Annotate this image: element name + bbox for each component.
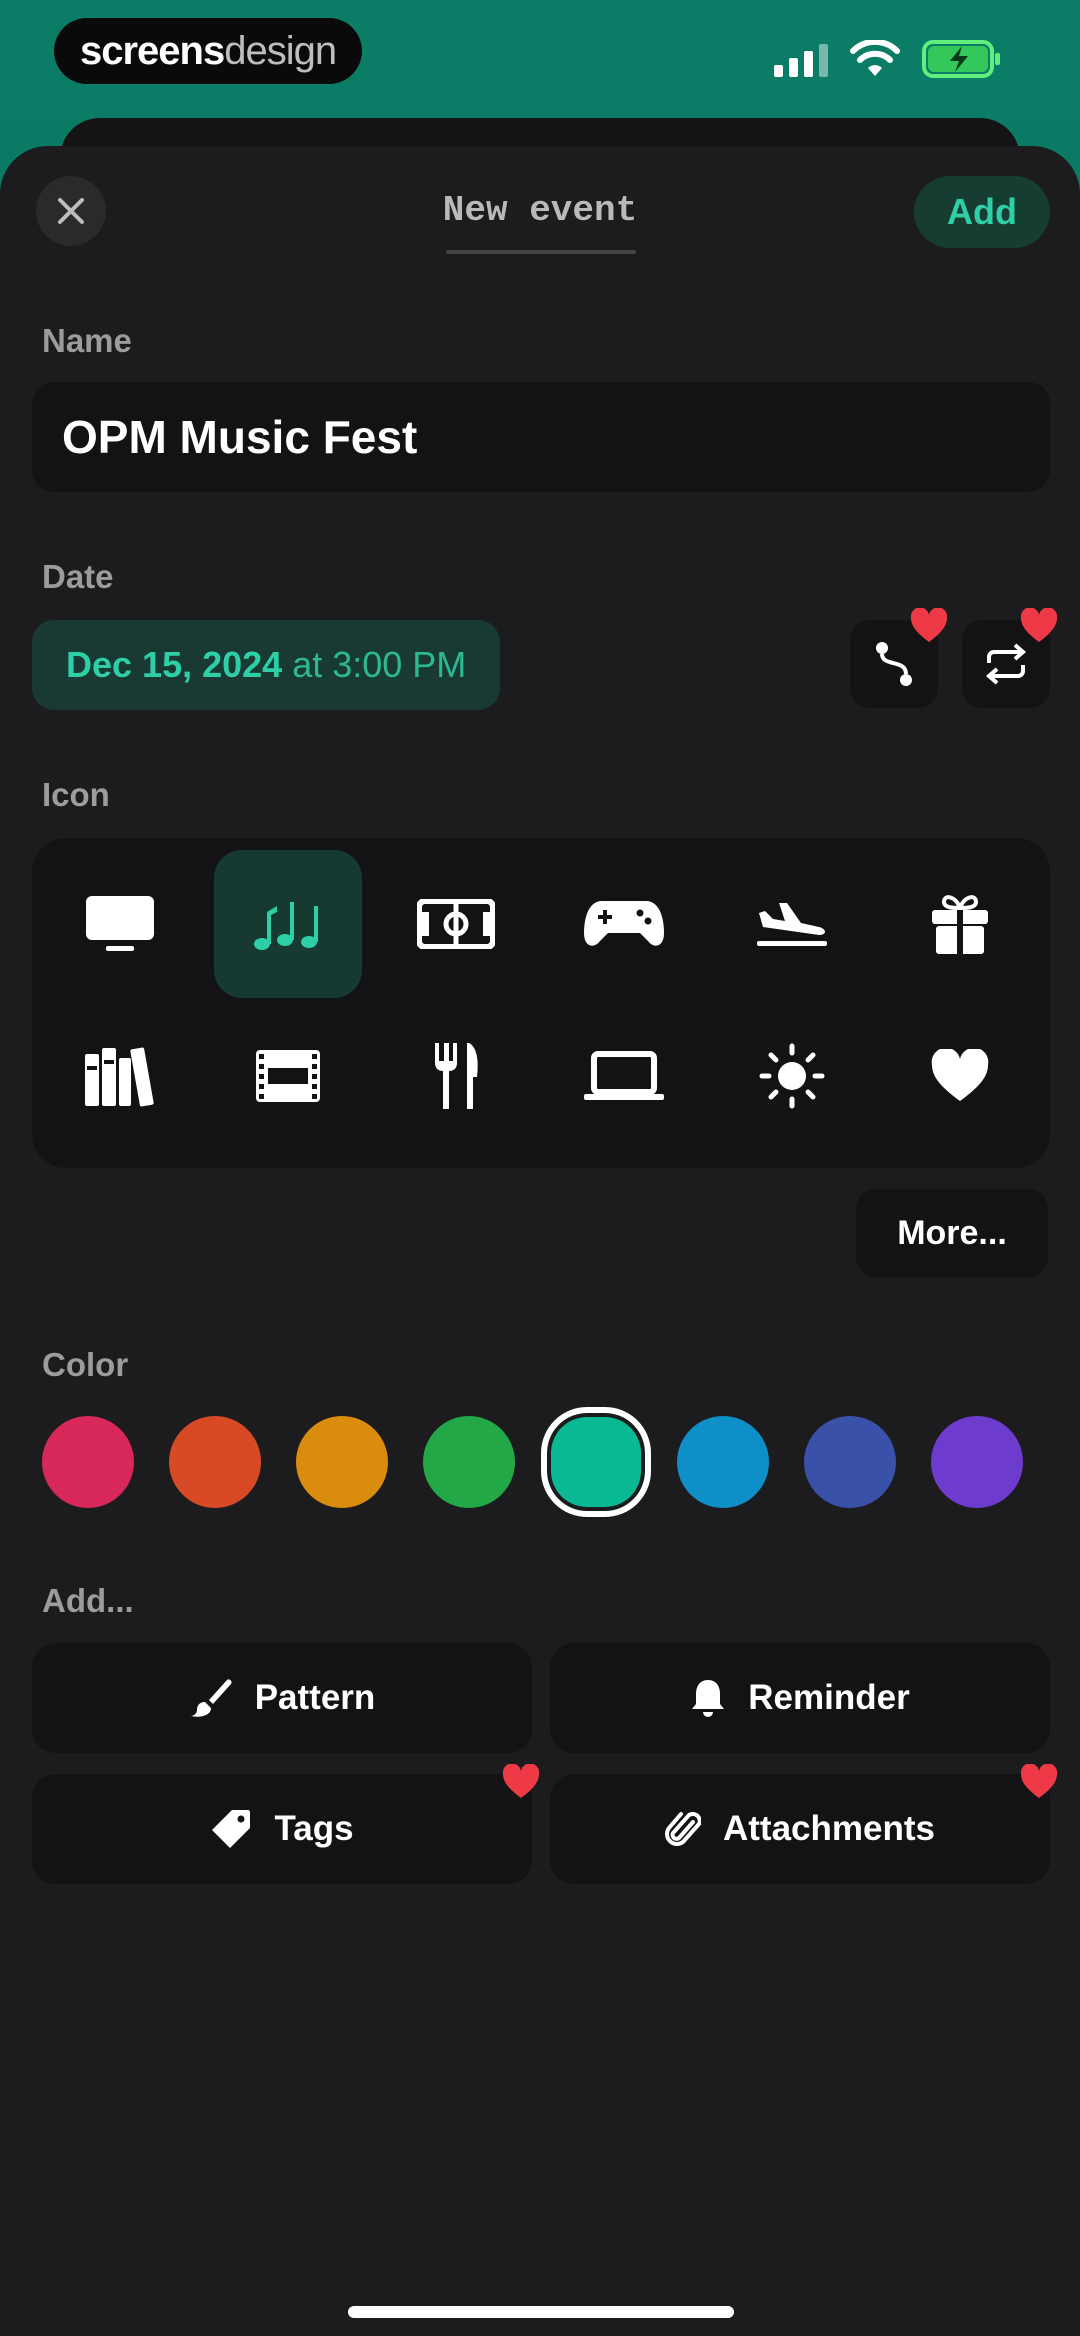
- icon-option-books[interactable]: [46, 1002, 194, 1150]
- brand-logo: screens design: [54, 18, 363, 84]
- color-swatch-7[interactable]: [804, 1416, 896, 1508]
- icon-grid: [32, 838, 1050, 1168]
- fork-knife-icon: [435, 1043, 478, 1109]
- icon-option-tv[interactable]: [46, 850, 194, 998]
- status-bar: screens design: [0, 0, 1080, 120]
- date-picker-button[interactable]: Dec 15, 2024 at 3:00 PM: [32, 620, 501, 710]
- books-icon: [85, 1047, 154, 1107]
- icon-option-flight[interactable]: [718, 850, 866, 998]
- icon-option-laptop[interactable]: [550, 1002, 698, 1150]
- gamepad-icon: [584, 901, 664, 946]
- tags-button[interactable]: Tags: [32, 1774, 532, 1884]
- date-label: Date: [42, 558, 114, 595]
- premium-heart-icon-3: [502, 1764, 540, 1798]
- add-label: Add...: [42, 1582, 134, 1619]
- music-notes-icon: [254, 902, 318, 950]
- color-swatch-2[interactable]: [169, 1416, 261, 1508]
- route-icon: [876, 642, 912, 686]
- tv-icon: [86, 896, 154, 951]
- premium-heart-icon-2: [1020, 608, 1058, 642]
- wifi-icon: [850, 40, 900, 76]
- cellular-signal-icon: [774, 41, 828, 77]
- icon-option-sun[interactable]: [718, 1002, 866, 1150]
- paintbrush-icon: [190, 1679, 232, 1717]
- time-value: 3:00 PM: [332, 644, 467, 685]
- bell-icon: [692, 1680, 725, 1717]
- color-swatch-4[interactable]: [423, 1416, 515, 1508]
- airplane-landing-icon: [757, 903, 827, 946]
- gift-icon: [932, 895, 988, 954]
- icon-option-music[interactable]: [214, 850, 362, 998]
- stadium-icon: [417, 899, 495, 949]
- date-value: Dec 15, 2024: [66, 644, 283, 685]
- attachments-button[interactable]: Attachments: [550, 1774, 1050, 1884]
- icon-option-heart[interactable]: [886, 1002, 1034, 1150]
- icon-option-game[interactable]: [550, 850, 698, 998]
- premium-heart-icon: [910, 608, 948, 642]
- film-icon: [256, 1050, 320, 1102]
- color-label: Color: [42, 1346, 129, 1383]
- reminder-button[interactable]: Reminder: [550, 1643, 1050, 1753]
- attachments-label: Attachments: [723, 1809, 935, 1848]
- laptop-icon: [584, 1051, 664, 1100]
- tags-label: Tags: [274, 1809, 354, 1848]
- color-swatch-8[interactable]: [931, 1416, 1023, 1508]
- color-swatch-1[interactable]: [42, 1416, 134, 1508]
- icon-label: Icon: [42, 776, 110, 813]
- icon-option-film[interactable]: [214, 1002, 362, 1150]
- date-at: at: [292, 644, 323, 685]
- premium-heart-icon-4: [1020, 1764, 1058, 1798]
- reminder-label: Reminder: [748, 1678, 910, 1717]
- heart-icon: [931, 1049, 989, 1101]
- title-underline: [446, 250, 636, 254]
- brand-part2: design: [224, 28, 337, 73]
- home-indicator[interactable]: [348, 2306, 734, 2318]
- icon-option-stadium[interactable]: [382, 850, 530, 998]
- color-swatch-6[interactable]: [677, 1416, 769, 1508]
- add-button[interactable]: Add: [914, 176, 1050, 248]
- icon-option-gift[interactable]: [886, 850, 1034, 998]
- paperclip-icon: [665, 1811, 701, 1846]
- color-swatch-5[interactable]: [541, 1407, 651, 1517]
- pattern-label: Pattern: [254, 1678, 376, 1717]
- tag-icon: [212, 1810, 251, 1848]
- icon-option-dining[interactable]: [382, 1002, 530, 1150]
- new-event-sheet: New event Add Name OPM Music Fest Date D…: [0, 146, 1080, 2336]
- more-icons-button[interactable]: More...: [856, 1189, 1048, 1277]
- color-swatch-3[interactable]: [296, 1416, 388, 1508]
- pattern-button[interactable]: Pattern: [32, 1643, 532, 1753]
- status-icons: [774, 40, 1002, 78]
- brand-part1: screens: [80, 28, 225, 73]
- sun-icon: [759, 1043, 825, 1109]
- battery-charging-icon: [922, 40, 1000, 78]
- name-label: Name: [42, 322, 132, 359]
- repeat-icon: [985, 643, 1027, 685]
- name-field[interactable]: OPM Music Fest: [32, 382, 1050, 492]
